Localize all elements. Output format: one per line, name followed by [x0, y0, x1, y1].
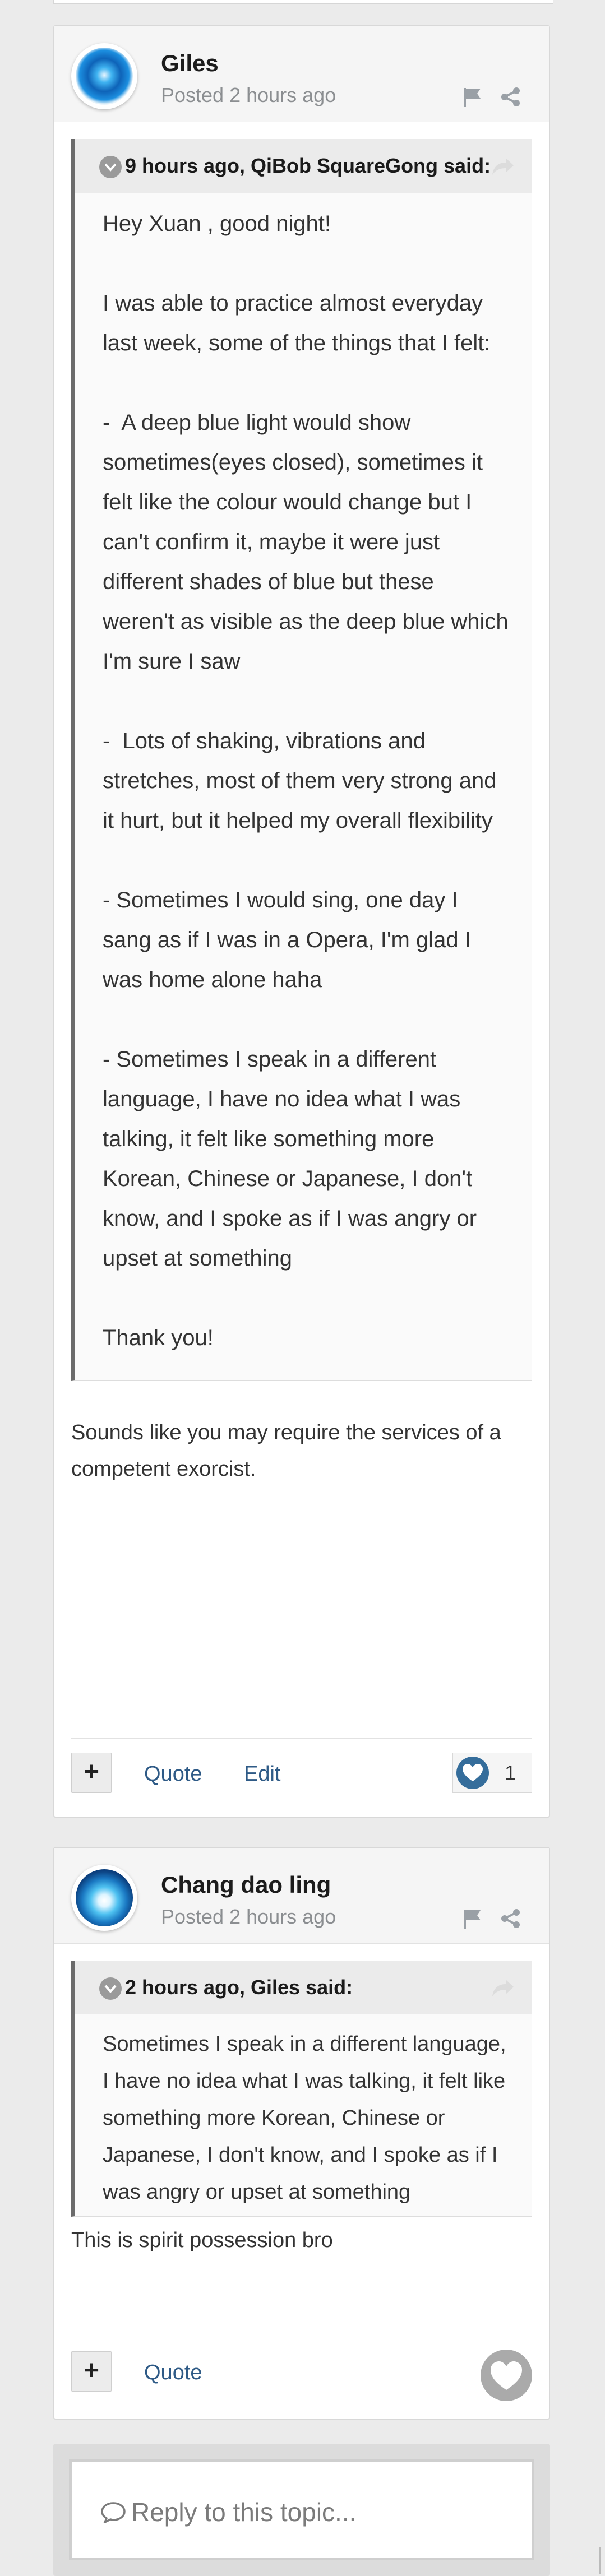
topic-page: Giles Posted 2 hours ago 9 hours ago, Qi…: [0, 0, 605, 2576]
quote-button[interactable]: Quote: [144, 2361, 202, 2385]
comment-icon: [101, 2502, 126, 2524]
post-text: This is spirit possession bro: [71, 2228, 333, 2252]
avatar[interactable]: [71, 1865, 137, 1931]
author-name[interactable]: Chang dao ling: [161, 1871, 331, 1898]
scrollbar[interactable]: [599, 2547, 601, 2574]
post-timestamp[interactable]: Posted 2 hours ago: [161, 84, 336, 107]
post-header: Giles Posted 2 hours ago: [54, 26, 549, 122]
share-icon[interactable]: [500, 1907, 522, 1930]
post-footer: + Quote: [71, 2337, 532, 2410]
heart-icon: [456, 1757, 489, 1789]
like-button[interactable]: 1: [452, 1753, 532, 1793]
quote-text: Hey Xuan , good night! I was able to pra…: [75, 193, 532, 1380]
quote-citation: 9 hours ago, QiBob SquareGong said:: [75, 139, 532, 193]
post-footer: + Quote Edit 1: [71, 1738, 532, 1811]
reply-input[interactable]: Reply to this topic...: [69, 2459, 534, 2560]
like-count: 1: [505, 1761, 516, 1784]
previous-post-edge: [53, 0, 553, 4]
post-giles: Giles Posted 2 hours ago 9 hours ago, Qi…: [53, 25, 550, 1818]
share-icon[interactable]: [500, 86, 522, 108]
quote-citation: 2 hours ago, Giles said:: [75, 1961, 532, 2014]
reply-placeholder: Reply to this topic...: [100, 2497, 356, 2527]
author-name[interactable]: Giles: [161, 50, 219, 77]
quote-button[interactable]: Quote: [144, 1762, 202, 1786]
reply-placeholder-text: Reply to this topic...: [131, 2498, 357, 2527]
post-content: 9 hours ago, QiBob SquareGong said: Hey …: [54, 139, 549, 1488]
edit-button[interactable]: Edit: [244, 1762, 280, 1786]
multiquote-button[interactable]: +: [71, 1753, 112, 1793]
post-header: Chang dao ling Posted 2 hours ago: [54, 1848, 549, 1944]
multiquote-button[interactable]: +: [71, 2351, 112, 2392]
share-arrow-icon[interactable]: [490, 156, 515, 178]
post-chang-dao-ling: Chang dao ling Posted 2 hours ago 2 hour…: [53, 1847, 550, 2420]
post-timestamp[interactable]: Posted 2 hours ago: [161, 1905, 336, 1929]
post-text: Sounds like you may require the services…: [71, 1421, 507, 1481]
flag-icon[interactable]: [461, 86, 484, 108]
avatar[interactable]: [71, 43, 137, 109]
heart-icon: [491, 2361, 522, 2390]
quote-block: 9 hours ago, QiBob SquareGong said: Hey …: [71, 139, 532, 1381]
quote-citation-text: 9 hours ago, QiBob SquareGong said:: [125, 154, 491, 177]
share-arrow-icon[interactable]: [490, 1977, 515, 2000]
post-content: 2 hours ago, Giles said: Sometimes I spe…: [54, 1961, 549, 2259]
chevron-down-icon[interactable]: [99, 1977, 122, 2000]
chevron-down-icon[interactable]: [99, 156, 122, 178]
flag-icon[interactable]: [461, 1907, 484, 1930]
quote-text: Sometimes I speak in a different languag…: [75, 2014, 532, 2216]
reply-box: Reply to this topic...: [53, 2444, 550, 2576]
quote-block: 2 hours ago, Giles said: Sometimes I spe…: [71, 1961, 532, 2217]
quote-citation-text: 2 hours ago, Giles said:: [125, 1976, 353, 1999]
like-button[interactable]: [481, 2350, 532, 2401]
